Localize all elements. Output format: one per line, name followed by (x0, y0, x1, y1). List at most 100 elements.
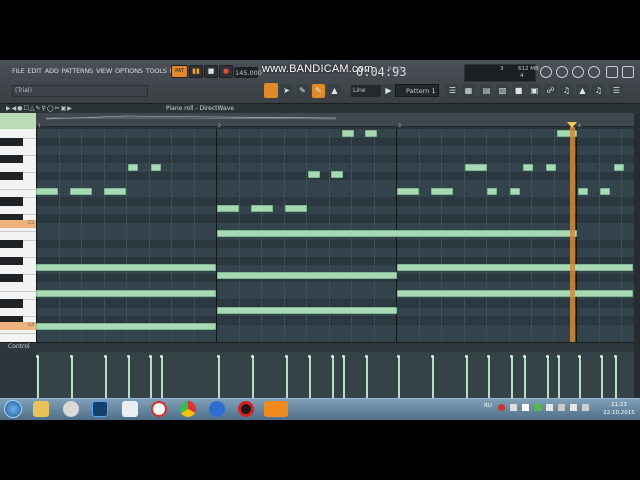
piano-roll-icon[interactable]: ▤ (480, 84, 493, 98)
velocity-handle[interactable] (397, 355, 400, 358)
speaker-icon[interactable]: ♫ (592, 84, 605, 98)
network-icon[interactable] (546, 404, 553, 411)
velocity-handle[interactable] (285, 355, 288, 358)
link-icon[interactable]: ☍ (544, 84, 557, 98)
photoshop-icon[interactable] (92, 401, 108, 417)
velocity-bar[interactable] (343, 356, 345, 398)
velocity-bar[interactable] (488, 356, 490, 398)
velocity-handle[interactable] (487, 355, 490, 358)
note[interactable] (510, 188, 520, 195)
menu-options[interactable]: OPTIONS (115, 67, 143, 75)
velocity-lane[interactable] (36, 352, 636, 398)
note[interactable] (128, 164, 138, 171)
note[interactable] (36, 290, 216, 297)
velocity-handle[interactable] (557, 355, 560, 358)
black-key[interactable] (0, 154, 23, 164)
velocity-handle[interactable] (523, 355, 526, 358)
menu-patterns[interactable]: PATTERNS (62, 67, 93, 75)
black-key[interactable] (0, 171, 23, 181)
stamp-icon[interactable]: ▲ (328, 84, 341, 98)
pattern-song-toggle[interactable]: PAT (171, 65, 188, 78)
note[interactable] (614, 164, 624, 171)
velocity-bar[interactable] (547, 356, 549, 398)
note[interactable] (465, 164, 487, 171)
pencil-icon[interactable]: ✎ (296, 84, 309, 98)
velocity-bar[interactable] (71, 356, 73, 398)
velocity-handle[interactable] (365, 355, 368, 358)
velocity-bar[interactable] (161, 356, 163, 398)
play-pattern-icon[interactable]: ▶ (382, 84, 395, 98)
note[interactable] (151, 164, 161, 171)
clock[interactable]: 11:23 22.10.2015 (602, 401, 636, 417)
velocity-handle[interactable] (331, 355, 334, 358)
tempo-display[interactable]: 145.000 (234, 67, 262, 78)
velocity-handle[interactable] (36, 355, 39, 358)
velocity-handle[interactable] (465, 355, 468, 358)
tray-icon[interactable] (510, 404, 517, 411)
minimize-icon[interactable] (606, 66, 618, 78)
velocity-bar[interactable] (524, 356, 526, 398)
record-button[interactable]: ● (219, 65, 233, 78)
velocity-handle[interactable] (546, 355, 549, 358)
browser-icon[interactable]: ■ (512, 84, 525, 98)
media-icon[interactable] (63, 401, 79, 417)
explorer-icon[interactable] (33, 401, 49, 417)
velocity-handle[interactable] (160, 355, 163, 358)
velocity-bar[interactable] (432, 356, 434, 398)
velocity-bar[interactable] (366, 356, 368, 398)
black-key[interactable] (0, 239, 23, 249)
note[interactable] (397, 290, 633, 297)
velocity-handle[interactable] (342, 355, 345, 358)
signal-icon[interactable] (534, 404, 541, 411)
velocity-handle[interactable] (104, 355, 107, 358)
bar-number[interactable]: 4 (578, 124, 581, 129)
note[interactable] (431, 188, 453, 195)
piano-roll-tools[interactable]: ▶◀●☐△✎⚲◯✂▣▶ (6, 104, 73, 113)
velocity-bar[interactable] (105, 356, 107, 398)
note[interactable] (217, 230, 577, 237)
snap-tool-icon[interactable] (264, 83, 278, 98)
note[interactable] (104, 188, 126, 195)
velocity-handle[interactable] (510, 355, 513, 358)
chrome-icon[interactable] (180, 401, 196, 417)
arrow-right-icon[interactable]: ➤ (280, 84, 293, 98)
menu-tools[interactable]: TOOLS (146, 67, 167, 75)
note[interactable] (36, 323, 216, 330)
note[interactable] (365, 130, 377, 137)
note[interactable] (523, 164, 533, 171)
playlist-icon[interactable]: ▧ (496, 84, 509, 98)
record-tray-icon[interactable] (498, 404, 505, 411)
velocity-handle[interactable] (600, 355, 603, 358)
velocity-handle[interactable] (127, 355, 130, 358)
control-label[interactable]: Control (8, 342, 30, 352)
note[interactable] (70, 188, 92, 195)
velocity-handle[interactable] (578, 355, 581, 358)
start-button-icon[interactable] (4, 400, 22, 418)
channel-rack-icon[interactable]: ▦ (462, 84, 475, 98)
tempo-icon[interactable]: ♫ (560, 84, 573, 98)
menu-view[interactable]: VIEW (96, 67, 112, 75)
mixer-icon[interactable]: ☰ (446, 84, 459, 98)
velocity-handle[interactable] (251, 355, 254, 358)
note[interactable] (251, 205, 273, 212)
mic-icon[interactable] (556, 66, 568, 78)
velocity-bar[interactable] (218, 356, 220, 398)
velocity-bar[interactable] (615, 356, 617, 398)
close-icon[interactable] (622, 66, 634, 78)
note[interactable] (578, 188, 588, 195)
note-grid[interactable] (36, 129, 636, 342)
velocity-bar[interactable] (579, 356, 581, 398)
note[interactable] (397, 188, 419, 195)
velocity-handle[interactable] (308, 355, 311, 358)
note[interactable] (36, 188, 58, 195)
velocity-bar[interactable] (37, 356, 39, 398)
metronome-icon[interactable]: ▲ (576, 84, 589, 98)
fl-studio-taskbar-icon[interactable] (264, 401, 288, 417)
note[interactable] (308, 171, 320, 178)
velocity-handle[interactable] (431, 355, 434, 358)
language-indicator[interactable]: RU (484, 403, 492, 409)
velocity-handle[interactable] (149, 355, 152, 358)
velocity-bar[interactable] (466, 356, 468, 398)
black-key[interactable] (0, 273, 23, 283)
browser-icon-2[interactable] (209, 401, 225, 417)
